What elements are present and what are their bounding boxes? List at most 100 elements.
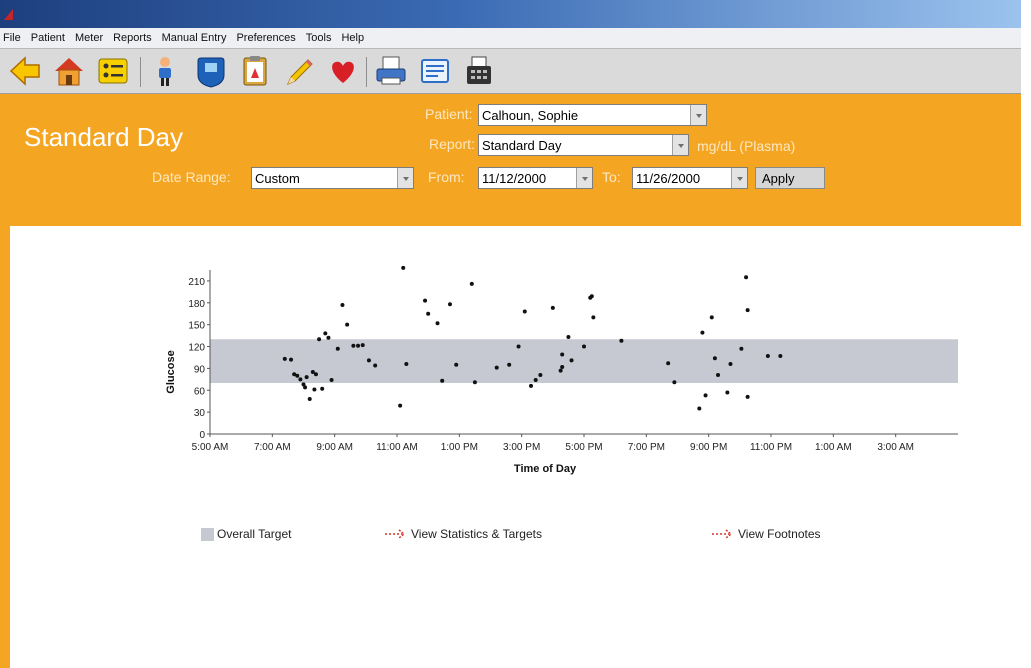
menu-file[interactable]: File xyxy=(0,28,26,48)
glucose-point xyxy=(282,356,287,361)
person-icon[interactable] xyxy=(148,54,182,88)
glucose-point xyxy=(366,358,371,363)
glucose-point xyxy=(303,385,308,390)
units-label: mg/dL (Plasma) xyxy=(697,138,796,154)
back-arrow-icon[interactable] xyxy=(8,54,42,88)
glucose-point xyxy=(560,364,565,369)
glucose-point xyxy=(745,394,750,399)
notebook-icon[interactable] xyxy=(418,54,452,88)
glucose-scatter-chart: 0 30 60 90 120 150 180 210 5:00 AM 7:00 AM 9:00 A… xyxy=(165,265,958,475)
glucose-point xyxy=(725,390,730,395)
glucose-point xyxy=(404,362,409,367)
menu-manual-entry[interactable]: Manual Entry xyxy=(157,28,232,48)
patient-select[interactable]: Calhoun, Sophie xyxy=(478,104,707,126)
x-tick-label: 7:00 PM xyxy=(628,442,665,453)
glucose-point xyxy=(335,346,340,351)
glucose-point xyxy=(373,363,378,368)
menu-tools[interactable]: Tools xyxy=(301,28,337,48)
y-tick-label: 60 xyxy=(194,386,206,397)
glucose-point xyxy=(703,393,708,398)
glucose-point xyxy=(619,338,624,343)
chevron-down-icon[interactable] xyxy=(576,168,592,188)
glucose-point xyxy=(744,275,749,280)
glucose-point xyxy=(566,335,571,340)
y-axis-title: Glucose xyxy=(165,350,177,393)
y-tick-label: 120 xyxy=(188,343,205,354)
x-tick-label: 1:00 PM xyxy=(441,442,478,453)
glucose-point xyxy=(313,372,318,377)
glucose-point xyxy=(550,305,555,310)
menu-meter[interactable]: Meter xyxy=(70,28,108,48)
x-tick-label: 11:00 PM xyxy=(750,442,792,453)
glucose-point xyxy=(469,281,474,286)
glucose-point xyxy=(582,344,586,349)
date-range-select[interactable]: Custom xyxy=(251,167,414,189)
patient-label: Patient: xyxy=(425,106,473,122)
glucose-point xyxy=(317,337,322,342)
patient-value: Calhoun, Sophie xyxy=(482,108,579,123)
y-axis-ticks: 0 30 60 90 120 150 180 210 xyxy=(188,277,210,441)
pencil-icon[interactable] xyxy=(282,54,316,88)
glucose-point xyxy=(345,322,350,327)
fax-icon[interactable] xyxy=(462,54,496,88)
glucose-point xyxy=(289,357,294,362)
menu-patient[interactable]: Patient xyxy=(26,28,70,48)
glucose-point xyxy=(569,358,574,363)
glucose-point xyxy=(538,372,543,377)
glucose-point xyxy=(716,372,721,377)
y-tick-label: 90 xyxy=(194,364,206,375)
meter-icon[interactable] xyxy=(194,54,228,88)
glucose-point xyxy=(778,354,783,359)
glucose-point xyxy=(494,365,499,370)
statistics-link-label[interactable]: View Statistics & Targets xyxy=(411,527,542,541)
chevron-down-icon[interactable] xyxy=(397,168,413,188)
glucose-point xyxy=(440,378,445,383)
glucose-point xyxy=(739,346,744,351)
toolbar-separator xyxy=(366,57,367,87)
dotted-arrow-icon xyxy=(385,529,406,539)
heart-icon[interactable] xyxy=(326,54,360,88)
list-icon[interactable] xyxy=(96,54,130,88)
glucose-point xyxy=(697,406,702,411)
x-tick-label: 11:00 AM xyxy=(376,442,418,453)
to-date-value: 11/26/2000 xyxy=(636,171,701,186)
chevron-down-icon[interactable] xyxy=(690,105,706,125)
home-icon[interactable] xyxy=(52,54,86,88)
menu-reports[interactable]: Reports xyxy=(108,28,157,48)
menu-preferences[interactable]: Preferences xyxy=(231,28,300,48)
glucose-point xyxy=(401,265,406,270)
footnotes-link[interactable]: View Footnotes xyxy=(711,527,821,541)
dotted-arrow-icon xyxy=(712,529,733,539)
apply-button[interactable]: Apply xyxy=(755,167,825,189)
to-date-select[interactable]: 11/26/2000 xyxy=(632,167,748,189)
glucose-point xyxy=(423,298,428,303)
report-value: Standard Day xyxy=(482,138,562,153)
x-axis-title: Time of Day xyxy=(514,463,577,475)
glucose-point xyxy=(398,403,403,408)
glucose-point xyxy=(522,309,527,314)
glucose-point xyxy=(454,362,459,367)
from-date-select[interactable]: 11/12/2000 xyxy=(478,167,593,189)
chevron-down-icon[interactable] xyxy=(731,168,747,188)
printer-icon[interactable] xyxy=(374,54,408,88)
report-select[interactable]: Standard Day xyxy=(478,134,689,156)
menu-help[interactable]: Help xyxy=(336,28,369,48)
x-tick-label: 9:00 AM xyxy=(316,442,353,453)
x-tick-label: 3:00 PM xyxy=(503,442,540,453)
chevron-down-icon[interactable] xyxy=(672,135,688,155)
from-label: From: xyxy=(428,169,465,185)
glucose-point xyxy=(672,380,677,385)
statistics-link[interactable]: View Statistics & Targets xyxy=(384,527,542,541)
legend-target-label: Overall Target xyxy=(217,527,292,541)
glucose-point xyxy=(529,383,534,388)
y-tick-label: 180 xyxy=(188,299,205,310)
toolbar-separator xyxy=(140,57,141,87)
app-logo-icon xyxy=(4,9,13,20)
glucose-point xyxy=(589,294,594,299)
clipboard-icon[interactable] xyxy=(238,54,272,88)
target-swatch xyxy=(201,527,214,541)
glucose-point xyxy=(560,352,565,357)
data-points xyxy=(282,265,783,411)
footnotes-link-label[interactable]: View Footnotes xyxy=(738,527,821,541)
glucose-point xyxy=(426,311,431,316)
